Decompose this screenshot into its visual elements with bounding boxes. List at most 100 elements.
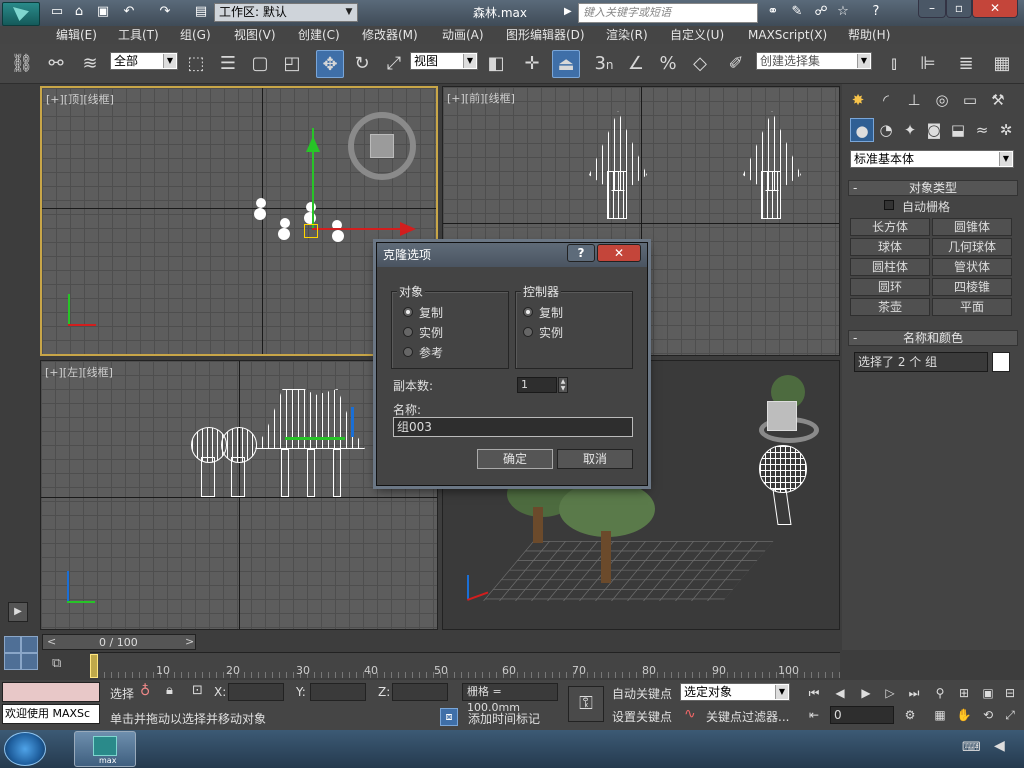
- menu-tools[interactable]: 工具(T): [118, 26, 159, 44]
- workspace-dropdown[interactable]: 工作区: 默认 ▼: [214, 3, 358, 22]
- mirror-icon[interactable]: ⫾: [880, 50, 908, 78]
- window-crossing-icon[interactable]: ◰: [278, 50, 306, 78]
- menu-edit[interactable]: 编辑(E): [56, 26, 97, 44]
- gizmo-y-axis[interactable]: [351, 407, 354, 437]
- previous-frame-icon[interactable]: ◀: [830, 684, 850, 702]
- gizmo-y-arrow-icon[interactable]: [306, 136, 320, 152]
- link-icon[interactable]: ⛓: [8, 50, 36, 78]
- zoom-all-icon[interactable]: ⊞: [954, 684, 974, 702]
- pan-view-icon[interactable]: ✋: [954, 706, 974, 724]
- time-slider[interactable]: < 0 / 100 >: [42, 634, 196, 650]
- viewport-layout-icon[interactable]: [4, 636, 38, 670]
- search-input[interactable]: 键入关键字或短语: [578, 3, 758, 23]
- maximize-viewport-icon[interactable]: ⤢: [1000, 706, 1020, 724]
- snaps-toggle-icon[interactable]: 3n: [590, 50, 618, 78]
- cancel-button[interactable]: 取消: [557, 449, 633, 469]
- new-file-icon[interactable]: ▭: [48, 4, 66, 20]
- gizmo-x-arrow-icon[interactable]: [400, 222, 416, 236]
- viewcube-icon[interactable]: [348, 112, 416, 180]
- percent-snap-icon[interactable]: %: [654, 50, 682, 78]
- angle-snap-icon[interactable]: ∠: [622, 50, 650, 78]
- select-move-icon[interactable]: ✥: [316, 50, 344, 78]
- maxscript-listener[interactable]: [2, 682, 100, 702]
- dialog-close-button[interactable]: ✕: [597, 244, 641, 262]
- time-slider-handle[interactable]: [90, 654, 98, 678]
- category-dropdown[interactable]: 标准基本体 ▼: [850, 150, 1014, 168]
- communication-icon[interactable]: ☍: [812, 4, 830, 20]
- time-tag-icon[interactable]: ⧈: [440, 708, 458, 726]
- keyboard-icon[interactable]: ⌨: [962, 740, 981, 755]
- dialog-title-bar[interactable]: 克隆选项 ? ✕: [377, 243, 647, 267]
- shapes-icon[interactable]: ◔: [874, 118, 898, 142]
- motion-tab-icon[interactable]: ◎: [930, 88, 954, 112]
- geosphere-button[interactable]: 几何球体: [932, 238, 1012, 256]
- minimize-button[interactable]: –: [918, 0, 946, 18]
- field-of-view-icon[interactable]: ▦: [930, 706, 950, 724]
- ok-button[interactable]: 确定: [477, 449, 553, 469]
- zoom-extents-all-icon[interactable]: ⊟: [1000, 684, 1020, 702]
- menu-group[interactable]: 组(G): [180, 26, 211, 44]
- set-key-icon[interactable]: ⚿: [568, 686, 604, 722]
- key-filters-icon[interactable]: ∿: [684, 706, 696, 722]
- gizmo-z-axis[interactable]: [285, 437, 345, 440]
- controller-copy-radio[interactable]: [523, 307, 533, 317]
- select-rotate-icon[interactable]: ↻: [348, 50, 376, 78]
- clone-name-input[interactable]: 组003: [393, 417, 633, 437]
- name-color-rollout[interactable]: - 名称和颜色: [848, 330, 1018, 346]
- menu-help[interactable]: 帮助(H): [848, 26, 890, 44]
- key-filters-button[interactable]: 关键点过滤器...: [706, 708, 789, 725]
- volume-icon[interactable]: ◀: [994, 738, 1005, 754]
- isolate-selection-icon[interactable]: ♁: [140, 683, 150, 699]
- go-to-end-icon[interactable]: ⏭: [904, 684, 924, 702]
- transform-mode-icon[interactable]: ⊡: [192, 683, 203, 698]
- viewport-label[interactable]: [+][顶][线框]: [46, 91, 114, 107]
- space-warps-icon[interactable]: ≈: [970, 118, 994, 142]
- dialog-help-button[interactable]: ?: [567, 244, 595, 262]
- plane-button[interactable]: 平面: [932, 298, 1012, 316]
- favorites-star-icon[interactable]: ☆: [834, 4, 852, 20]
- z-coordinate-input[interactable]: [392, 683, 448, 701]
- time-configuration-icon[interactable]: ⚙: [900, 706, 920, 724]
- layer-manager-icon[interactable]: ≣: [952, 50, 980, 78]
- time-slider-prev[interactable]: <: [47, 635, 56, 648]
- gizmo-plane-handle[interactable]: [304, 224, 318, 238]
- tube-button[interactable]: 管状体: [932, 258, 1012, 276]
- create-tab-icon[interactable]: ✸: [846, 88, 870, 112]
- object-copy-radio[interactable]: [403, 307, 413, 317]
- open-file-icon[interactable]: ⌂: [70, 4, 88, 20]
- modify-tab-icon[interactable]: ◜: [874, 88, 898, 112]
- select-by-name-icon[interactable]: ☰: [214, 50, 242, 78]
- copies-spinner[interactable]: ▲ ▼: [558, 377, 568, 393]
- save-icon[interactable]: ▣: [94, 4, 112, 20]
- menu-animation[interactable]: 动画(A): [442, 26, 484, 44]
- x-coordinate-input[interactable]: [228, 683, 284, 701]
- controller-instance-radio[interactable]: [523, 327, 533, 337]
- pivot-center-icon[interactable]: ◧: [482, 50, 510, 78]
- lights-icon[interactable]: ✦: [898, 118, 922, 142]
- undo-icon[interactable]: ↶: [120, 4, 138, 20]
- object-type-rollout[interactable]: - 对象类型: [848, 180, 1018, 196]
- viewport-label[interactable]: [+][左][线框]: [45, 364, 113, 380]
- systems-icon[interactable]: ✲: [994, 118, 1018, 142]
- mini-curve-editor-icon[interactable]: ⧉: [52, 656, 61, 671]
- current-frame-input[interactable]: 0: [830, 706, 894, 724]
- utilities-tab-icon[interactable]: ⚒: [986, 88, 1010, 112]
- edit-named-selection-icon[interactable]: ✐: [722, 50, 750, 78]
- reference-coord-dropdown[interactable]: 视图 ▼: [410, 52, 478, 70]
- menu-rendering[interactable]: 渲染(R): [606, 26, 648, 44]
- go-to-start-icon[interactable]: ⏮: [804, 684, 824, 702]
- manipulate-icon[interactable]: ✛: [518, 50, 546, 78]
- menu-customize[interactable]: 自定义(U): [670, 26, 724, 44]
- spinner-snap-icon[interactable]: ◇: [686, 50, 714, 78]
- search-expand-icon[interactable]: ▶: [564, 6, 572, 17]
- play-icon[interactable]: ▶: [856, 684, 876, 702]
- selection-lock-icon[interactable]: 🔒︎: [166, 683, 173, 698]
- time-slider-next[interactable]: >: [185, 635, 194, 648]
- auto-grid-checkbox[interactable]: [884, 200, 894, 210]
- cone-button[interactable]: 圆锥体: [932, 218, 1012, 236]
- auto-key-button[interactable]: 自动关键点: [612, 685, 672, 702]
- display-tab-icon[interactable]: ▭: [958, 88, 982, 112]
- rect-selection-icon[interactable]: ▢: [246, 50, 274, 78]
- selection-filter-dropdown[interactable]: 全部 ▼: [110, 52, 178, 70]
- menu-create[interactable]: 创建(C): [298, 26, 340, 44]
